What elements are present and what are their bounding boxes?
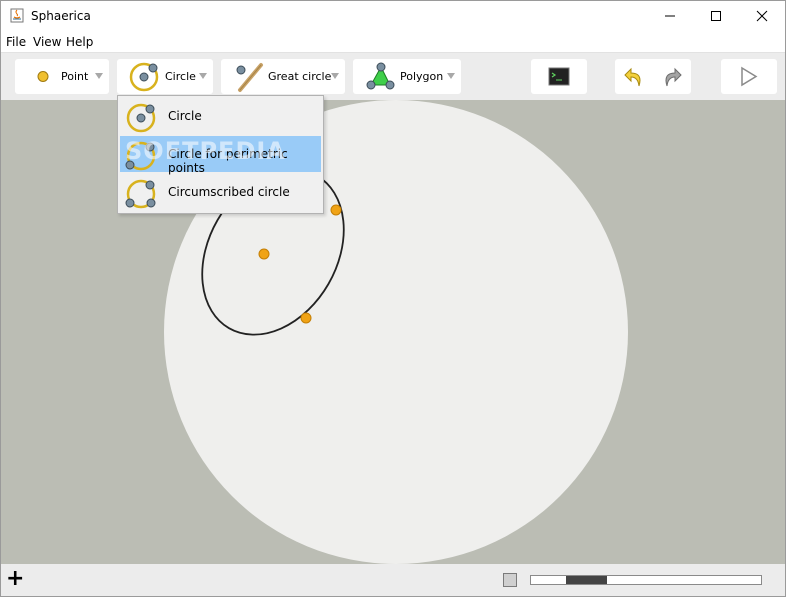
point-icon — [37, 71, 49, 82]
play-button[interactable] — [721, 59, 777, 94]
undo-icon[interactable] — [623, 62, 645, 91]
polygon-tool-button[interactable]: Polygon — [353, 59, 461, 94]
menu-help[interactable]: Help — [66, 35, 93, 49]
circle-icon — [126, 103, 156, 133]
great-circle-tool-label: Great circle — [268, 70, 332, 83]
maximize-icon — [711, 11, 721, 21]
window-title: Sphaerica — [31, 9, 91, 23]
point-dropdown-arrow[interactable] — [95, 73, 103, 79]
maximize-button[interactable] — [693, 1, 739, 31]
dropdown-item-label: Circle — [168, 109, 202, 123]
softpedia-watermark: SOFTPEDIA — [125, 137, 286, 165]
menu-view[interactable]: View — [33, 35, 61, 49]
menu-file[interactable]: File — [6, 35, 26, 49]
zoom-slider-thumb[interactable] — [566, 576, 607, 584]
great-circle-icon — [236, 63, 263, 92]
circle-tool-button[interactable]: Circle — [117, 59, 213, 94]
app-window: Sphaerica File View Help Point Circle Gr… — [0, 0, 786, 597]
dropdown-item-circumscribed[interactable]: Circumscribed circle — [120, 174, 321, 210]
perimeter-point[interactable] — [330, 204, 342, 216]
close-icon — [756, 10, 768, 22]
toolbar: Point Circle Great circle Polygon — [1, 52, 785, 100]
polygon-icon — [366, 62, 395, 90]
java-app-icon — [10, 8, 24, 23]
polygon-tool-label: Polygon — [400, 70, 444, 83]
dropdown-item-circle[interactable]: Circle — [120, 98, 321, 134]
point-tool-label: Point — [61, 70, 89, 83]
circle-tool-icon — [129, 62, 159, 92]
circumscribed-circle-icon — [125, 179, 156, 209]
dropdown-item-label: Circumscribed circle — [168, 185, 290, 199]
perimeter-point[interactable] — [300, 312, 312, 324]
point-tool-button[interactable]: Point — [15, 59, 109, 94]
title-bar: Sphaerica — [1, 1, 785, 31]
circle-tool-label: Circle — [165, 70, 196, 83]
settings-icon[interactable] — [503, 573, 517, 587]
status-bar: + — [1, 564, 785, 596]
circle-center-point[interactable] — [258, 248, 270, 260]
zoom-slider[interactable] — [530, 575, 762, 585]
add-button[interactable]: + — [6, 566, 24, 591]
close-button[interactable] — [739, 1, 785, 31]
redo-icon[interactable] — [661, 62, 683, 91]
great-circle-tool-button[interactable]: Great circle — [221, 59, 345, 94]
circle-dropdown-arrow[interactable] — [199, 73, 207, 79]
minimize-button[interactable] — [647, 1, 693, 31]
menu-bar: File View Help — [1, 32, 785, 52]
great-circle-dropdown-arrow[interactable] — [331, 73, 339, 79]
terminal-icon — [548, 67, 570, 86]
play-icon — [741, 66, 758, 87]
minimize-icon — [665, 15, 675, 17]
console-button[interactable] — [531, 59, 587, 94]
polygon-dropdown-arrow[interactable] — [447, 73, 455, 79]
undo-redo-group — [615, 59, 691, 94]
